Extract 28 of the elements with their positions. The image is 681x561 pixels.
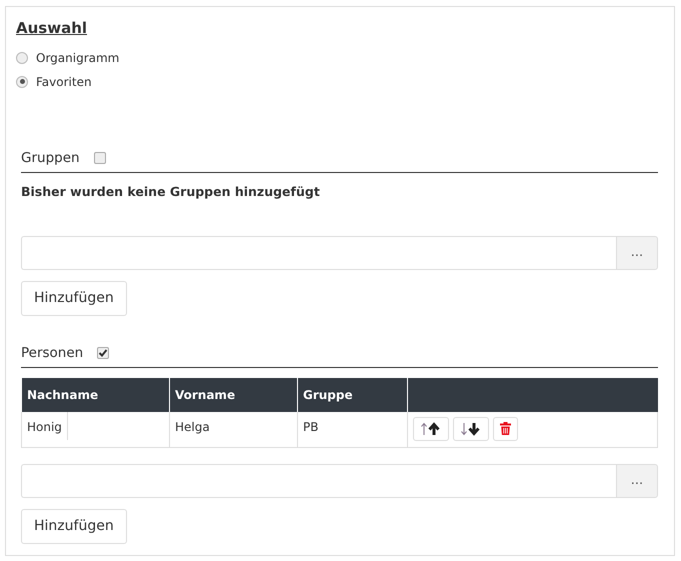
trash-icon (500, 422, 511, 436)
add-button[interactable]: Hinzufügen (21, 508, 127, 544)
checkbox[interactable] (97, 346, 110, 359)
up-arrows-icon (420, 422, 442, 436)
section-label: Gruppen (21, 148, 80, 168)
input-field[interactable] (21, 236, 616, 270)
browse-button[interactable]: ... (616, 464, 658, 498)
delete-button[interactable] (493, 416, 518, 441)
move-down-button[interactable] (453, 416, 489, 441)
move-up-button[interactable] (413, 416, 449, 441)
table-cell: Helga (170, 412, 298, 448)
column-header: Nachname (22, 378, 170, 412)
column-header: Gruppe (298, 378, 408, 412)
input-field[interactable] (21, 464, 616, 498)
down-arrows-icon (460, 422, 482, 436)
column-header: Vorname (170, 378, 298, 412)
radio-label[interactable]: Organigramm (36, 48, 120, 66)
radio-button[interactable] (16, 76, 28, 88)
radio-label[interactable]: Favoriten (36, 72, 92, 90)
add-button[interactable]: Hinzufügen (21, 280, 127, 316)
section-label: Personen (21, 344, 84, 362)
table-cell: Honig (22, 412, 68, 440)
table-cell: PB (298, 412, 408, 448)
section-title: Auswahl (16, 18, 88, 39)
browse-button[interactable]: ... (616, 236, 658, 270)
empty-message: Bisher wurden keine Gruppen hinzugefügt (21, 182, 321, 201)
radio-button[interactable] (16, 52, 28, 64)
checkbox[interactable] (94, 152, 106, 164)
